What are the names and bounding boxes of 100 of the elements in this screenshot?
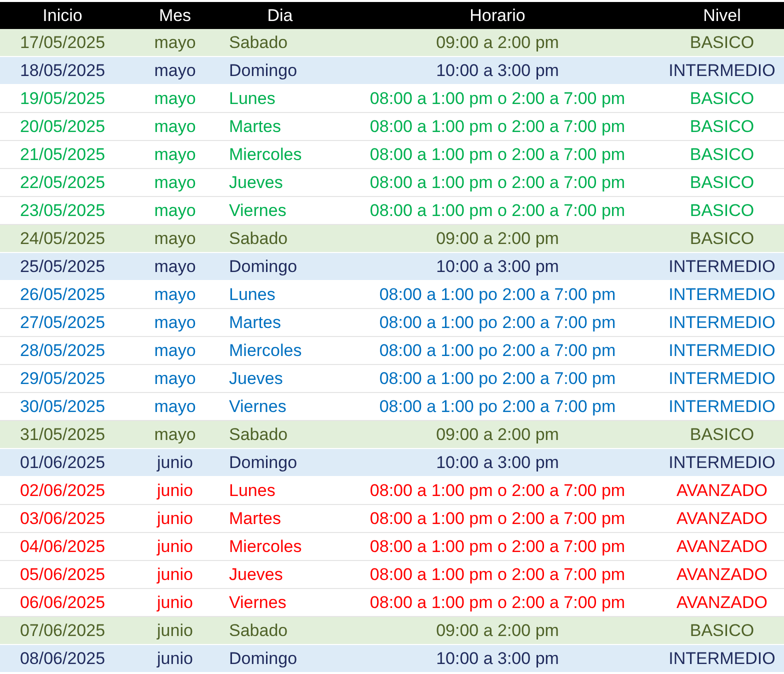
- table-cell-text: mayo: [153, 368, 197, 390]
- table-cell-text: BASICO: [688, 116, 756, 138]
- table-cell-text: 05/06/2025: [18, 564, 106, 586]
- table-cell-text: INTERMEDIO: [668, 648, 776, 670]
- table-cell-text: Domingo: [228, 256, 298, 278]
- table-cell-text: mayo: [153, 396, 197, 418]
- table-cell-text: Viernes: [228, 200, 288, 222]
- table-cell-text: 02/06/2025: [18, 480, 106, 502]
- table-cell-text: BASICO: [688, 172, 756, 194]
- table-cell-text: Lunes: [228, 88, 276, 110]
- table-cell-text: mayo: [153, 60, 197, 82]
- table-cell-text: junio: [156, 620, 194, 642]
- table-cell-text: Martes: [228, 116, 282, 138]
- table-cell-text: junio: [156, 648, 194, 670]
- column-header: Horario: [468, 4, 526, 27]
- table-cell-text: 08:00 a 1:00 po 2:00 a 7:00 pm: [378, 368, 617, 390]
- table-cell-text: 09:00 a 2:00 pm: [435, 32, 560, 54]
- table-cell-text: Sabado: [228, 32, 289, 54]
- table-cell-text: 01/06/2025: [18, 452, 106, 474]
- table-cell-text: Lunes: [228, 480, 276, 502]
- table-cell-text: mayo: [153, 144, 197, 166]
- table-cell-text: 24/05/2025: [18, 228, 106, 250]
- table-cell-text: mayo: [153, 256, 197, 278]
- table-cell-text: mayo: [153, 32, 197, 54]
- table-cell-text: mayo: [153, 116, 197, 138]
- table-cell-text: Viernes: [228, 396, 288, 418]
- table-cell-text: AVANZADO: [676, 508, 768, 530]
- table-cell-text: 08:00 a 1:00 pm o 2:00 a 7:00 pm: [368, 144, 626, 166]
- table-cell-text: BASICO: [688, 200, 756, 222]
- table-cell-text: Domingo: [228, 452, 298, 474]
- table-cell-text: 08:00 a 1:00 pm o 2:00 a 7:00 pm: [368, 508, 626, 530]
- table-cell-text: 08/06/2025: [18, 648, 106, 670]
- column-header: Inicio: [42, 4, 84, 27]
- table-cell-text: INTERMEDIO: [668, 368, 776, 390]
- table-cell-text: 10:00 a 3:00 pm: [435, 60, 560, 82]
- table-cell-text: BASICO: [688, 144, 756, 166]
- table-cell-text: 21/05/2025: [18, 144, 106, 166]
- table-cell-text: INTERMEDIO: [668, 452, 776, 474]
- table-cell-text: Miercoles: [228, 144, 303, 166]
- table-cell-text: Lunes: [228, 284, 276, 306]
- table-cell-text: 26/05/2025: [18, 284, 106, 306]
- table-cell-text: 09:00 a 2:00 pm: [435, 620, 560, 642]
- table-cell-text: 27/05/2025: [18, 312, 106, 334]
- table-cell-text: Viernes: [228, 592, 288, 614]
- table-cell-text: AVANZADO: [676, 592, 768, 614]
- table-cell-text: Jueves: [228, 564, 284, 586]
- table-cell-text: junio: [156, 536, 194, 558]
- table-cell-text: INTERMEDIO: [668, 312, 776, 334]
- table-cell-text: BASICO: [688, 32, 756, 54]
- table-cell-text: 30/05/2025: [18, 396, 106, 418]
- table-cell-text: Miercoles: [228, 536, 303, 558]
- table-cell-text: 04/06/2025: [18, 536, 106, 558]
- table-cell-text: INTERMEDIO: [668, 256, 776, 278]
- table-cell-text: mayo: [153, 340, 197, 362]
- table-cell-text: BASICO: [688, 88, 756, 110]
- table-cell-text: Sabado: [228, 228, 289, 250]
- table-cell-text: mayo: [153, 88, 197, 110]
- table-cell-text: Sabado: [228, 424, 289, 446]
- table-cell-text: 08:00 a 1:00 po 2:00 a 7:00 pm: [378, 284, 617, 306]
- table-cell-text: Jueves: [228, 172, 284, 194]
- table-cell-text: 22/05/2025: [18, 172, 106, 194]
- table-cell-text: 29/05/2025: [18, 368, 106, 390]
- table-cell-text: junio: [156, 480, 194, 502]
- table-cell-text: junio: [156, 564, 194, 586]
- table-cell-text: 31/05/2025: [18, 424, 106, 446]
- table-cell-text: 08:00 a 1:00 po 2:00 a 7:00 pm: [378, 340, 617, 362]
- table-cell-text: AVANZADO: [676, 480, 768, 502]
- table-cell-text: AVANZADO: [676, 536, 768, 558]
- table-cell-text: 08:00 a 1:00 pm o 2:00 a 7:00 pm: [368, 172, 626, 194]
- table-cell-text: INTERMEDIO: [668, 60, 776, 82]
- table-cell-text: mayo: [153, 424, 197, 446]
- table-cell-text: 08:00 a 1:00 pm o 2:00 a 7:00 pm: [368, 480, 626, 502]
- table-cell-text: 08:00 a 1:00 pm o 2:00 a 7:00 pm: [368, 592, 626, 614]
- table-cell-text: Domingo: [228, 648, 298, 670]
- table-cell-text: 03/06/2025: [18, 508, 106, 530]
- table-cell-text: 19/05/2025: [18, 88, 106, 110]
- table-cell-text: 08:00 a 1:00 pm o 2:00 a 7:00 pm: [368, 116, 626, 138]
- table-cell-text: junio: [156, 452, 194, 474]
- column-header: Mes: [158, 4, 192, 27]
- table-cell-text: 08:00 a 1:00 pm o 2:00 a 7:00 pm: [368, 88, 626, 110]
- table-cell-text: 10:00 a 3:00 pm: [435, 452, 560, 474]
- table-cell-text: Domingo: [228, 60, 298, 82]
- table-cell-text: 25/05/2025: [18, 256, 106, 278]
- table-cell-text: mayo: [153, 172, 197, 194]
- table-cell-text: BASICO: [688, 424, 756, 446]
- table-cell-text: 08:00 a 1:00 po 2:00 a 7:00 pm: [378, 312, 617, 334]
- table-cell-text: Martes: [228, 508, 282, 530]
- table-cell-text: BASICO: [688, 228, 756, 250]
- table-cell-text: INTERMEDIO: [668, 284, 776, 306]
- table-cell-text: 08:00 a 1:00 pm o 2:00 a 7:00 pm: [368, 536, 626, 558]
- table-cell-text: 09:00 a 2:00 pm: [435, 228, 560, 250]
- table-cell-text: 07/06/2025: [18, 620, 106, 642]
- table-cell-text: Miercoles: [228, 340, 303, 362]
- table-cell-text: junio: [156, 592, 194, 614]
- column-header: Dia: [266, 4, 294, 27]
- table-cell-text: 08:00 a 1:00 pm o 2:00 a 7:00 pm: [368, 200, 626, 222]
- table-cell-text: 10:00 a 3:00 pm: [435, 648, 560, 670]
- table-cell-text: 10:00 a 3:00 pm: [435, 256, 560, 278]
- table-cell-text: mayo: [153, 284, 197, 306]
- table-cell-text: 28/05/2025: [18, 340, 106, 362]
